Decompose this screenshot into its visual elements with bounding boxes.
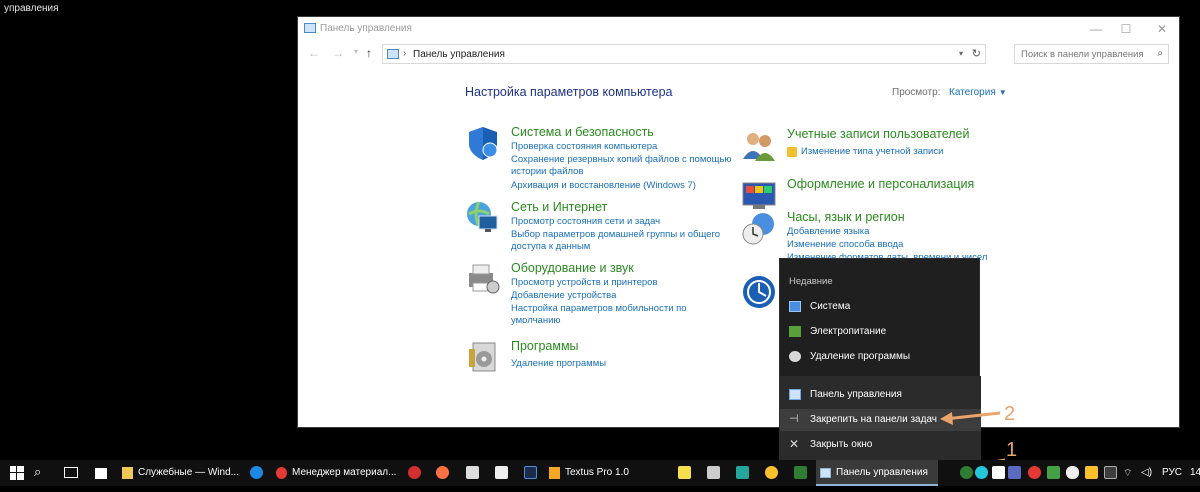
tray-app-icon[interactable] (1085, 466, 1098, 479)
annotation-number: 2 (1004, 403, 1016, 425)
calculator-icon[interactable] (707, 466, 720, 479)
tray-app-icon[interactable] (960, 466, 973, 479)
taskbar-app-label: Служебные — Wind... (138, 467, 239, 478)
annotation-arrow-2 (944, 411, 1001, 421)
textus-icon (549, 467, 560, 479)
task-view-icon[interactable] (62, 465, 84, 491)
language-indicator[interactable]: РУС (1162, 467, 1182, 478)
search-icon[interactable]: ⌕ (34, 464, 56, 490)
control-panel-icon (820, 468, 831, 478)
start-button[interactable] (6, 460, 32, 486)
tray-app-icon[interactable] (992, 466, 1005, 479)
cloud-icon[interactable] (1066, 466, 1079, 479)
app-icon[interactable] (466, 466, 479, 479)
app-icon[interactable] (794, 466, 807, 479)
network-icon[interactable]: ⌔ (1123, 467, 1132, 480)
tray-app-icon[interactable] (1047, 466, 1060, 479)
taskbar-app-chrome[interactable]: Менеджер материал... (272, 460, 396, 486)
notes-icon[interactable] (678, 466, 691, 479)
folder-icon (122, 467, 133, 479)
tray-app-icon[interactable] (975, 466, 988, 479)
tray-app-icon[interactable] (1008, 466, 1021, 479)
taskbar-app-label: Панель управления (836, 467, 928, 478)
windows-logo-icon (10, 466, 24, 480)
taskbar-app-label: Менеджер материал... (292, 467, 397, 478)
scissors-icon[interactable] (495, 466, 508, 479)
tray-app-icon[interactable] (1028, 466, 1041, 479)
firefox-icon[interactable] (436, 466, 449, 479)
taskbar-app-textus[interactable]: Textus Pro 1.0 (545, 460, 657, 486)
desktop: управления Панель управления — ☐ ✕ ← → ▾… (0, 0, 1200, 486)
photoshop-icon[interactable] (524, 466, 537, 479)
taskbar-app-explorer[interactable]: Служебные — Wind... (118, 460, 240, 486)
taskbar-app-control-panel[interactable]: Панель управления (816, 460, 938, 486)
opera-icon[interactable] (408, 466, 421, 479)
taskbar: ⌕ Служебные — Wind... Менеджер материал.… (0, 460, 1200, 486)
store-icon[interactable] (94, 466, 110, 492)
taskbar-app-label: Textus Pro 1.0 (565, 467, 629, 478)
clock[interactable]: 14 (1190, 467, 1200, 478)
annotation-arrows (940, 411, 1006, 476)
battery-icon[interactable] (1104, 466, 1117, 479)
chrome-icon (276, 467, 287, 479)
app-icon[interactable] (736, 466, 749, 479)
annotation-arrowhead-2 (940, 412, 953, 425)
volume-icon[interactable]: ◁) (1141, 467, 1152, 478)
edge-icon[interactable] (250, 466, 263, 479)
app-icon[interactable] (765, 466, 778, 479)
annotation-number: 1 (1006, 439, 1018, 461)
